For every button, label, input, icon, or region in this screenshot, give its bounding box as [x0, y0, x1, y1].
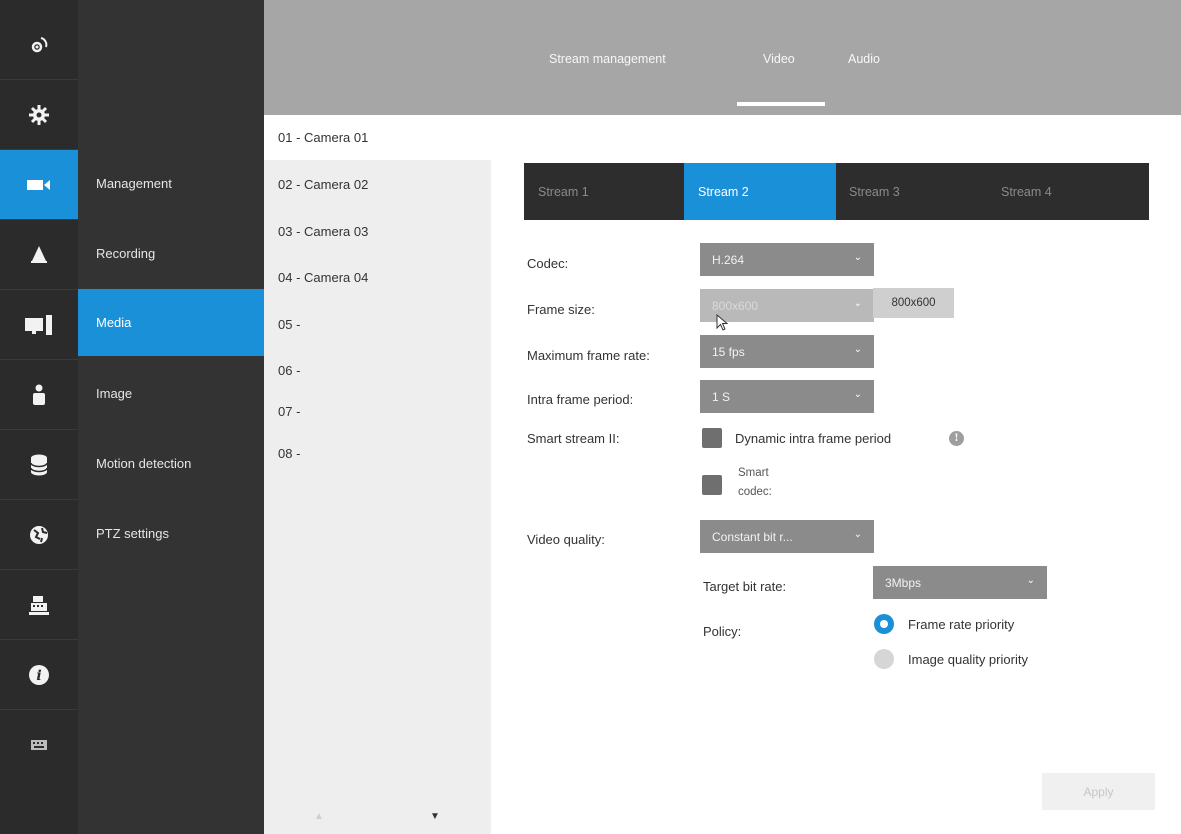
intra-frame-period-value: 1 S	[712, 389, 731, 404]
tab-stream-4[interactable]: Stream 4	[987, 163, 1139, 220]
frame-size-value: 800x600	[712, 298, 759, 313]
live-view-icon[interactable]	[0, 10, 78, 80]
camera-list-item-07[interactable]: 07 -	[264, 388, 491, 434]
frame-rate-priority-label: Frame rate priority	[908, 617, 1015, 632]
camera-list-item-01[interactable]: 01 - Camera 01	[264, 115, 491, 160]
apply-button[interactable]: Apply	[1042, 773, 1155, 810]
info-icon[interactable]: i	[0, 640, 78, 710]
submenu-item-management[interactable]: Management	[78, 150, 264, 216]
chevron-down-icon: ⌄	[853, 298, 862, 309]
chevron-down-icon: ⌄	[853, 252, 862, 263]
video-quality-select[interactable]: Constant bit r... ⌄	[700, 520, 874, 553]
smart-codec-label-line1: Smart	[738, 467, 769, 479]
mouse-cursor-icon	[716, 314, 729, 331]
camera-list-item-06[interactable]: 06 -	[264, 347, 491, 393]
scroll-up-arrow-icon[interactable]: ▲	[314, 811, 324, 822]
submenu-item-label: Motion detection	[96, 455, 192, 471]
display-icon[interactable]	[0, 290, 78, 360]
media-submenu: Management Recording Media Image Motion …	[78, 0, 264, 834]
target-bit-rate-value: 3Mbps	[885, 575, 922, 590]
camera-list-item-04[interactable]: 04 - Camera 04	[264, 254, 491, 300]
dynamic-intra-checkbox[interactable]	[702, 428, 722, 448]
bell-icon[interactable]	[0, 220, 78, 290]
frame-size-label: Frame size:	[527, 302, 595, 317]
camera-list-item-03[interactable]: 03 - Camera 03	[264, 208, 491, 254]
submenu-item-media[interactable]: Media	[78, 289, 264, 356]
stream-tab-bar: Stream 1 Stream 2 Stream 3 Stream 4	[524, 163, 1149, 220]
scroll-down-arrow-icon[interactable]: ▼	[430, 811, 440, 822]
submenu-item-ptz-settings[interactable]: PTZ settings	[78, 500, 264, 566]
tab-video[interactable]: Video	[763, 52, 795, 66]
icon-rail: i	[0, 0, 78, 834]
max-frame-rate-value: 15 fps	[712, 344, 745, 359]
max-frame-rate-select[interactable]: 15 fps ⌄	[700, 335, 874, 368]
chevron-down-icon: ⌄	[853, 389, 862, 400]
tab-stream-2[interactable]: Stream 2	[684, 163, 836, 220]
radio-image-quality-priority[interactable]	[874, 649, 894, 669]
keyboard-icon[interactable]	[0, 710, 78, 780]
submenu-item-label: Media	[96, 315, 132, 330]
submenu-item-image[interactable]: Image	[78, 360, 264, 426]
smart-stream-label: Smart stream II:	[527, 431, 620, 446]
gear-icon[interactable]	[0, 80, 78, 150]
video-quality-label: Video quality:	[527, 532, 605, 547]
chevron-down-icon: ⌄	[1026, 575, 1035, 586]
policy-label: Policy:	[703, 624, 742, 639]
smart-codec-label-line2: codec:	[738, 486, 772, 498]
tab-audio[interactable]: Audio	[848, 52, 880, 66]
camera-list-item-05[interactable]: 05 -	[264, 301, 491, 347]
submenu-item-label: Image	[96, 385, 133, 401]
video-quality-value: Constant bit r...	[712, 529, 793, 544]
frame-size-tooltip: 800x600	[873, 288, 954, 318]
submenu-item-recording[interactable]: Recording	[78, 220, 264, 286]
chevron-down-icon: ⌄	[853, 344, 862, 355]
tab-stream-1[interactable]: Stream 1	[524, 163, 676, 220]
camera-list-item-02[interactable]: 02 - Camera 02	[264, 161, 491, 207]
intra-frame-period-select[interactable]: 1 S ⌄	[700, 380, 874, 413]
submenu-item-label: Recording	[96, 245, 156, 261]
tab-stream-3[interactable]: Stream 3	[835, 163, 987, 220]
target-bit-rate-label: Target bit rate:	[703, 579, 787, 594]
video-settings-panel	[491, 115, 1181, 834]
intra-frame-period-label: Intra frame period:	[527, 392, 634, 407]
user-icon[interactable]	[0, 360, 78, 430]
dynamic-intra-label: Dynamic intra frame period	[735, 431, 892, 446]
smart-codec-checkbox[interactable]	[702, 475, 722, 495]
svg-text:i: i	[36, 668, 41, 684]
database-icon[interactable]	[0, 430, 78, 500]
submenu-item-label: PTZ settings	[96, 525, 169, 541]
camera-icon[interactable]	[0, 150, 78, 220]
submenu-item-label: Management	[96, 175, 172, 191]
image-quality-priority-label: Image quality priority	[908, 652, 1028, 667]
target-bit-rate-select[interactable]: 3Mbps ⌄	[873, 566, 1047, 599]
submenu-item-motion-detection[interactable]: Motion detection	[78, 430, 264, 496]
codec-label: Codec:	[527, 256, 569, 271]
info-icon[interactable]: !	[949, 431, 964, 446]
codec-select[interactable]: H.264 ⌄	[700, 243, 874, 276]
chevron-down-icon: ⌄	[853, 529, 862, 540]
cash-register-icon[interactable]	[0, 570, 78, 640]
network-icon[interactable]	[0, 500, 78, 570]
active-tab-indicator	[737, 102, 825, 106]
radio-frame-rate-priority[interactable]	[874, 614, 894, 634]
top-tab-bar	[264, 0, 1181, 115]
max-frame-rate-label: Maximum frame rate:	[527, 348, 650, 363]
codec-value: H.264	[712, 252, 745, 267]
camera-list-item-08[interactable]: 08 -	[264, 430, 491, 476]
tab-stream-management[interactable]: Stream management	[549, 52, 666, 66]
